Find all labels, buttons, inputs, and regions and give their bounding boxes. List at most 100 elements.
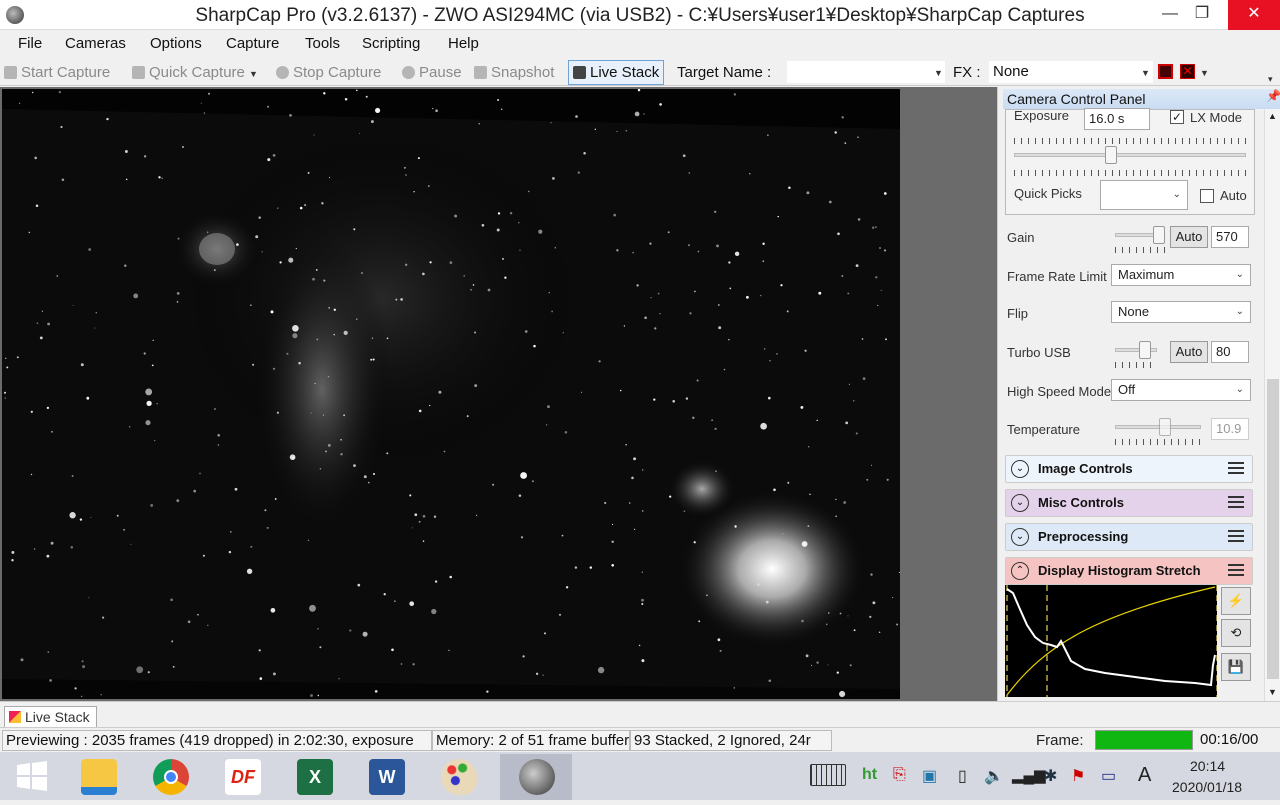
quick-capture-button[interactable]: Quick Capture ▼	[132, 62, 258, 84]
pin-icon[interactable]: 📌	[1266, 89, 1280, 103]
flip-select[interactable]: None ⌄	[1111, 301, 1251, 323]
turbo-usb-slider-thumb[interactable]	[1139, 341, 1151, 359]
gain-input[interactable]: 570	[1211, 226, 1249, 248]
star	[315, 268, 318, 271]
star	[143, 352, 146, 355]
taskbar-word[interactable]: W	[350, 754, 422, 800]
star	[628, 502, 631, 504]
pdf-icon[interactable]: ⎘	[893, 766, 906, 784]
taskbar-excel[interactable]: X	[278, 754, 350, 800]
ime-indicator[interactable]: A	[1138, 764, 1151, 787]
lx-mode-checkbox[interactable]: ✓	[1170, 110, 1184, 124]
menu-file[interactable]: File	[18, 35, 42, 52]
menu-icon[interactable]	[1228, 564, 1244, 577]
crosshair-icon[interactable]: ✕	[1180, 64, 1195, 79]
volume-icon[interactable]: 🔈	[984, 766, 1004, 786]
reset-button[interactable]: ⟲	[1221, 619, 1251, 647]
start-button[interactable]	[0, 754, 60, 800]
chevron-down-icon[interactable]: ⌄	[1011, 528, 1029, 546]
pause-button[interactable]: Pause	[402, 62, 462, 84]
panel-scrollbar[interactable]: ▲ ▼	[1264, 109, 1280, 701]
menu-help[interactable]: Help	[448, 35, 479, 52]
star	[317, 627, 319, 630]
histogram-display[interactable]	[1005, 585, 1218, 697]
star	[857, 218, 861, 221]
misc-controls-group[interactable]: ⌄ Misc Controls	[1005, 489, 1253, 517]
network-monitor-icon[interactable]: ▣	[922, 766, 937, 786]
chevron-down-icon[interactable]: ▼	[249, 69, 258, 79]
menu-options[interactable]: Options	[150, 35, 202, 52]
menu-icon[interactable]	[1228, 462, 1244, 475]
chevron-down-icon[interactable]: ⌄	[1011, 460, 1029, 478]
display-icon[interactable]: ▭	[1101, 766, 1116, 786]
battery-icon[interactable]: ▯	[958, 766, 967, 786]
chevron-down-icon[interactable]: ▼	[934, 68, 943, 78]
close-button[interactable]: ✕	[1228, 0, 1280, 30]
star	[762, 260, 765, 263]
fx-select[interactable]: None	[989, 61, 1153, 83]
menu-tools[interactable]: Tools	[305, 35, 340, 52]
auto-checkbox[interactable]	[1200, 189, 1214, 203]
bluetooth-icon[interactable]: ✱	[1044, 766, 1057, 786]
chevron-down-icon[interactable]: ▼	[1141, 68, 1150, 78]
menu-icon[interactable]	[1228, 496, 1244, 509]
high-speed-select[interactable]: Off ⌄	[1111, 379, 1251, 401]
target-name-input[interactable]	[787, 61, 945, 83]
scroll-down-icon[interactable]: ▼	[1268, 687, 1277, 697]
taskbar-sharpcap[interactable]	[500, 754, 572, 800]
star	[544, 632, 546, 635]
star	[839, 612, 842, 615]
chevron-up-icon[interactable]: ⌃	[1011, 562, 1029, 580]
gain-slider-thumb[interactable]	[1153, 226, 1165, 244]
menu-cameras[interactable]: Cameras	[65, 35, 126, 52]
star	[763, 348, 766, 350]
chevron-down-icon[interactable]: ▼	[1200, 68, 1209, 78]
gain-label: Gain	[1007, 230, 1035, 245]
menu-capture[interactable]: Capture	[226, 35, 279, 52]
quick-picks-select[interactable]: ⌄	[1100, 180, 1188, 210]
display-histogram-stretch-group[interactable]: ⌃ Display Histogram Stretch	[1005, 557, 1253, 585]
star	[86, 396, 90, 400]
exposure-slider-track[interactable]	[1014, 153, 1246, 157]
turbo-usb-input[interactable]: 80	[1211, 341, 1249, 363]
save-button[interactable]: 💾	[1221, 653, 1251, 681]
image-viewer[interactable]	[0, 87, 997, 701]
taskbar-file-explorer[interactable]	[62, 754, 134, 800]
maximize-button[interactable]: ❐	[1182, 0, 1222, 30]
star	[841, 116, 844, 119]
tab-live-stack[interactable]: Live Stack	[4, 706, 97, 727]
ht-icon[interactable]: ht	[862, 766, 877, 784]
exposure-slider-thumb[interactable]	[1105, 146, 1117, 164]
star	[641, 571, 643, 573]
start-capture-button[interactable]: Start Capture	[4, 62, 110, 84]
star	[41, 310, 43, 312]
scrollbar-thumb[interactable]	[1267, 379, 1279, 679]
exposure-input[interactable]: 16.0 s	[1084, 108, 1150, 130]
star	[370, 120, 374, 124]
keyboard-icon[interactable]	[810, 764, 846, 786]
reticle-icon[interactable]	[1158, 64, 1173, 79]
image-controls-group[interactable]: ⌄ Image Controls	[1005, 455, 1253, 483]
menu-scripting[interactable]: Scripting	[362, 35, 420, 52]
preprocessing-group[interactable]: ⌄ Preprocessing	[1005, 523, 1253, 551]
scroll-up-icon[interactable]: ▲	[1268, 111, 1277, 121]
auto-stretch-button[interactable]: ⚡	[1221, 587, 1251, 615]
turbo-usb-auto-button[interactable]: Auto	[1170, 341, 1208, 363]
star	[717, 638, 721, 642]
flag-alert-icon[interactable]: ⚑	[1071, 766, 1085, 786]
chevron-down-icon[interactable]: ⌄	[1011, 494, 1029, 512]
histogram-line	[1006, 588, 1216, 687]
snapshot-button[interactable]: Snapshot	[474, 62, 554, 84]
taskbar-paint[interactable]	[422, 754, 494, 800]
clock-time[interactable]: 20:14	[1190, 758, 1225, 774]
clock-date[interactable]: 2020/01/18	[1172, 779, 1242, 795]
taskbar-chrome[interactable]	[134, 754, 206, 800]
taskbar-df[interactable]: DF	[206, 754, 278, 800]
gain-auto-button[interactable]: Auto	[1170, 226, 1208, 248]
menu-icon[interactable]	[1228, 530, 1244, 543]
toolbar-overflow-icon[interactable]: ▾	[1268, 74, 1273, 85]
signal-icon[interactable]: ▂▄▆	[1012, 766, 1046, 784]
frame-rate-select[interactable]: Maximum ⌄	[1111, 264, 1251, 286]
live-stack-button[interactable]: Live Stack	[568, 60, 665, 85]
stop-capture-button[interactable]: Stop Capture	[276, 62, 381, 84]
